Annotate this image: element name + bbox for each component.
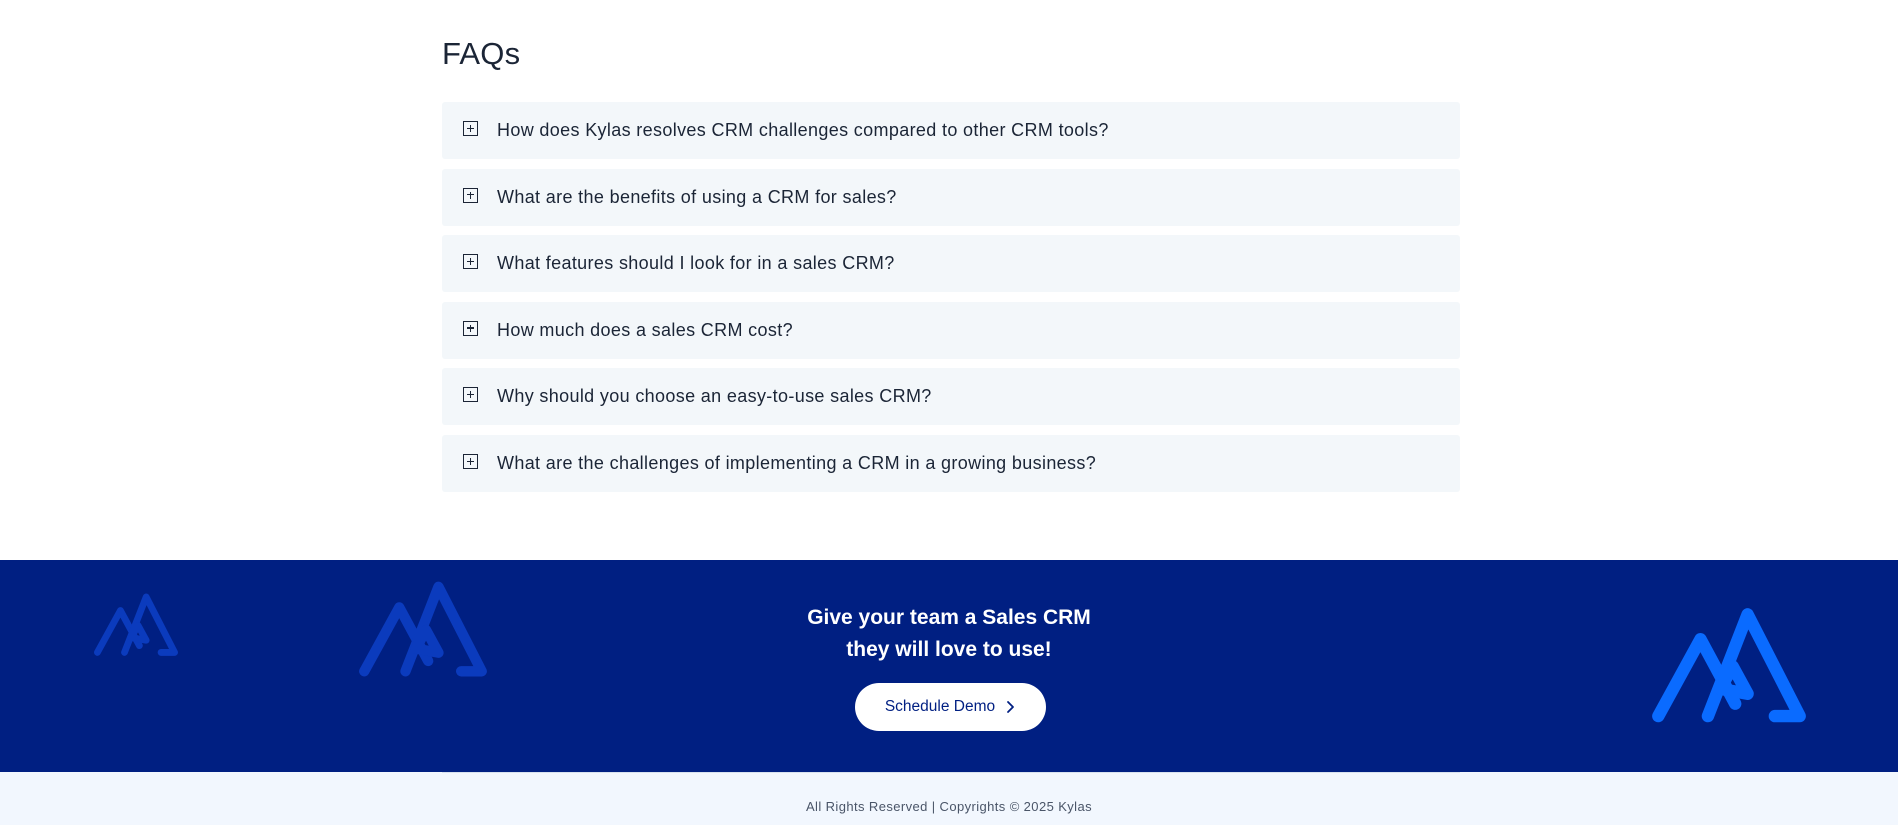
chevron-right-icon bbox=[1007, 701, 1015, 713]
schedule-demo-button[interactable]: Schedule Demo bbox=[855, 683, 1046, 731]
faq-item[interactable]: How much does a sales CRM cost? bbox=[442, 301, 1460, 359]
cta-title: Give your team a Sales CRM they will lov… bbox=[0, 602, 1898, 666]
faq-question[interactable]: What are the challenges of implementing … bbox=[497, 453, 1096, 474]
schedule-demo-label[interactable]: Schedule Demo bbox=[885, 698, 995, 716]
faq-question[interactable]: What are the benefits of using a CRM for… bbox=[497, 187, 897, 208]
faq-item[interactable]: What features should I look for in a sal… bbox=[442, 235, 1460, 293]
plus-square-icon[interactable] bbox=[463, 320, 478, 336]
footer-divider bbox=[442, 772, 1460, 773]
plus-square-icon[interactable] bbox=[463, 387, 478, 403]
faq-question[interactable]: Why should you choose an easy-to-use sal… bbox=[497, 386, 932, 407]
cta-title-line-2: they will love to use! bbox=[846, 638, 1052, 661]
plus-square-icon[interactable] bbox=[463, 453, 478, 469]
footer: All Rights Reserved | Copyrights © 2025 … bbox=[0, 772, 1898, 825]
cta-banner: Give your team a Sales CRM they will lov… bbox=[0, 560, 1898, 772]
faq-item[interactable]: What are the challenges of implementing … bbox=[442, 434, 1460, 492]
faq-question[interactable]: What features should I look for in a sal… bbox=[497, 253, 895, 274]
faq-question[interactable]: How does Kylas resolves CRM challenges c… bbox=[497, 120, 1109, 141]
copyright-text: All Rights Reserved | Copyrights © 2025 … bbox=[805, 799, 1093, 814]
plus-square-icon[interactable] bbox=[463, 254, 478, 270]
plus-square-icon[interactable] bbox=[463, 187, 478, 203]
faq-item[interactable]: How does Kylas resolves CRM challenges c… bbox=[442, 102, 1460, 159]
plus-square-icon[interactable] bbox=[463, 121, 478, 136]
faq-title: FAQs bbox=[442, 36, 521, 71]
faq-list: How does Kylas resolves CRM challenges c… bbox=[442, 102, 1460, 502]
faq-item[interactable]: What are the benefits of using a CRM for… bbox=[442, 168, 1460, 226]
faq-question[interactable]: How much does a sales CRM cost? bbox=[497, 320, 793, 341]
cta-title-line-1: Give your team a Sales CRM bbox=[807, 606, 1091, 629]
faq-item[interactable]: Why should you choose an easy-to-use sal… bbox=[442, 368, 1460, 426]
